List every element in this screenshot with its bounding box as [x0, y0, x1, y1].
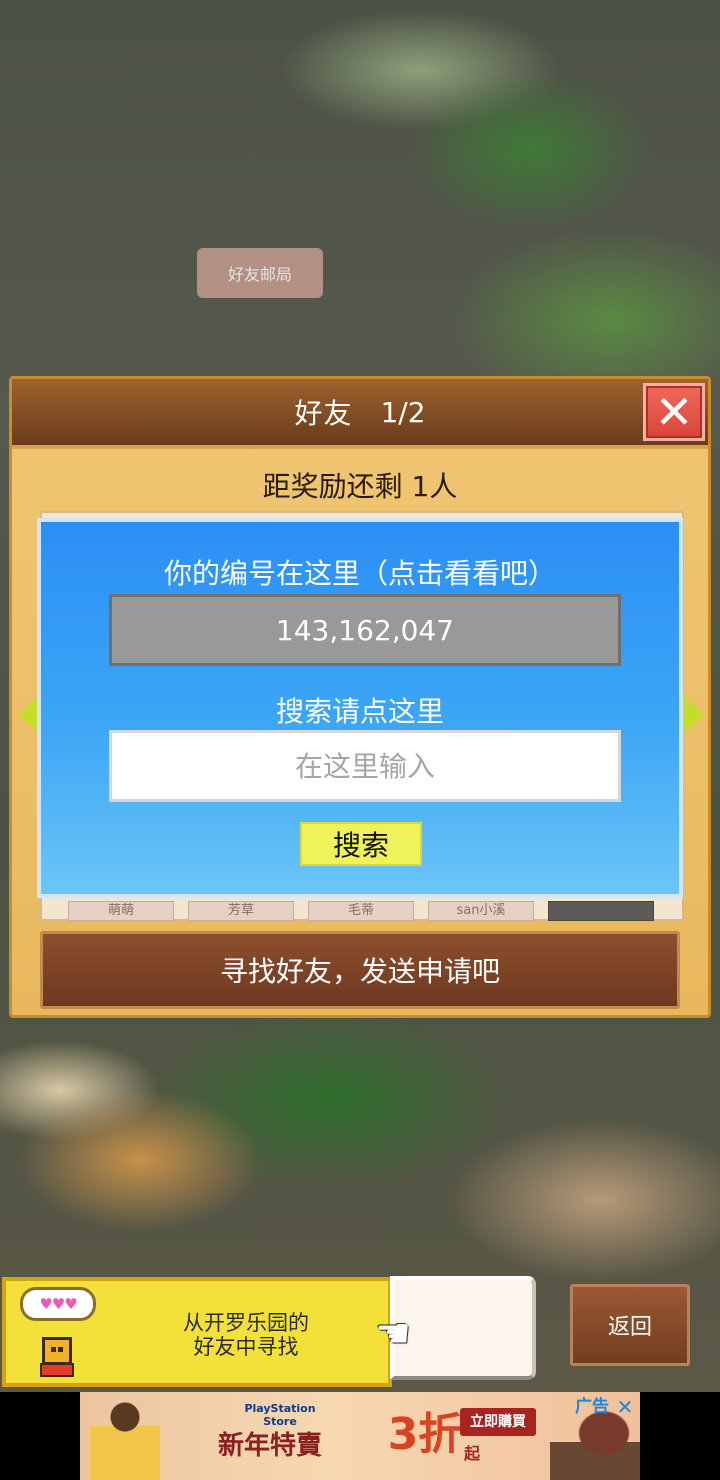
robot-avatar-icon: [18, 1323, 96, 1379]
panel-header: 好友 1/2 ✕: [12, 379, 708, 449]
close-button[interactable]: ✕: [643, 383, 705, 441]
next-page-arrow-icon[interactable]: [682, 695, 704, 735]
building-label: 好友邮局: [227, 265, 292, 284]
reward-remaining-text: 距奖励还剩 1人: [262, 470, 458, 503]
hint-text-line1: 从开罗乐园的: [183, 1311, 309, 1335]
pointing-hand-icon: ☚: [375, 1311, 411, 1357]
friend-tab[interactable]: 芳草: [188, 901, 294, 921]
hint-text: 从开罗乐园的 好友中寻找: [126, 1311, 366, 1359]
ad-banner[interactable]: PlayStation Store 新年特賣 3折 立即購買 起: [80, 1392, 640, 1480]
friend-post-office-building[interactable]: 好友邮局: [197, 248, 323, 298]
ad-discount-value: 3折: [387, 1409, 463, 1460]
player-id-label: 你的编号在这里（点击看看吧）: [163, 557, 556, 590]
player-id-display[interactable]: 143,162,047: [109, 594, 621, 666]
ad-label: 广告: [575, 1397, 609, 1417]
ad-discount-suffix: 起: [464, 1444, 481, 1463]
friend-search-dialog: 你的编号在这里（点击看看吧） 143,162,047 搜索请点这里 搜索: [37, 518, 683, 898]
hint-text-line2: 好友中寻找: [193, 1335, 299, 1359]
ad-headline: 新年特賣: [217, 1431, 322, 1461]
friend-tab[interactable]: 毛蒂: [308, 901, 414, 921]
friend-tab[interactable]: san小溪: [428, 901, 534, 921]
cairo-park-friend-hint[interactable]: ♥♥♥ 从开罗乐园的 好友中寻找: [2, 1277, 392, 1387]
ad-character-left: [90, 1396, 160, 1480]
speech-bubble: ♥♥♥: [20, 1287, 96, 1321]
player-id-value: 143,162,047: [275, 613, 455, 647]
search-label: 搜索请点这里: [275, 695, 444, 728]
page-indicator: 1/2: [380, 395, 426, 429]
friend-id-search-input[interactable]: [109, 730, 621, 802]
ad-buy-button[interactable]: 立即購買: [460, 1408, 536, 1436]
ad-close-icon[interactable]: ✕: [614, 1396, 636, 1418]
friend-tab[interactable]: [548, 901, 654, 921]
ad-discount: 3折: [380, 1400, 470, 1470]
panel-title: 好友: [294, 397, 353, 430]
friend-tab[interactable]: 萌萌: [68, 901, 174, 921]
ad-store-name: PlayStation Store: [244, 1402, 316, 1428]
close-icon: ✕: [654, 385, 694, 439]
find-friends-button[interactable]: 寻找好友，发送申请吧: [40, 931, 680, 1009]
search-button[interactable]: 搜索: [300, 822, 422, 866]
back-button[interactable]: 返回: [570, 1284, 690, 1366]
